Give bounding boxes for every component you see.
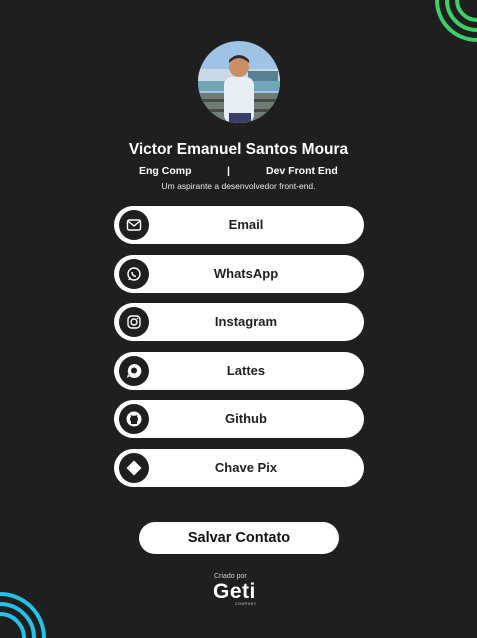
instagram-label: Instagram <box>214 314 278 329</box>
save-contact-button[interactable]: Salvar Contato <box>139 522 339 554</box>
whatsapp-button[interactable]: WhatsApp <box>114 254 364 293</box>
github-label: Github <box>225 411 267 426</box>
geti-logo-text: Geti <box>213 580 256 603</box>
avatar <box>198 41 280 123</box>
lattes-label: Lattes <box>226 362 266 378</box>
decorative-arcs-bottom-left <box>0 592 46 638</box>
links-list: Email WhatsApp Instagram Lattes Github C… <box>114 206 364 497</box>
email-label: Email <box>228 217 264 232</box>
pix-label: Chave Pix <box>214 459 278 475</box>
geti-logo[interactable]: Geti COMPANY <box>213 580 269 606</box>
geti-logo-sub: COMPANY <box>235 602 257 606</box>
whatsapp-label: WhatsApp <box>213 265 279 281</box>
instagram-button[interactable]: Instagram <box>114 303 364 341</box>
decorative-arcs-top-right <box>435 0 477 42</box>
github-button[interactable]: Github <box>114 400 364 438</box>
profile-name: Victor Emanuel Santos Moura <box>128 141 349 158</box>
footer-credit: Criado por <box>214 573 247 580</box>
role-eng-comp: Eng Comp <box>139 165 192 177</box>
email-button[interactable]: Email <box>114 206 364 244</box>
role-separator: | <box>227 165 230 177</box>
profile-tagline: Um aspirante a desenvolvedor front-end. <box>161 181 316 191</box>
pix-button[interactable]: Chave Pix <box>114 448 364 487</box>
role-dev-front-end: Dev Front End <box>266 165 338 177</box>
lattes-button[interactable]: Lattes <box>114 351 364 390</box>
